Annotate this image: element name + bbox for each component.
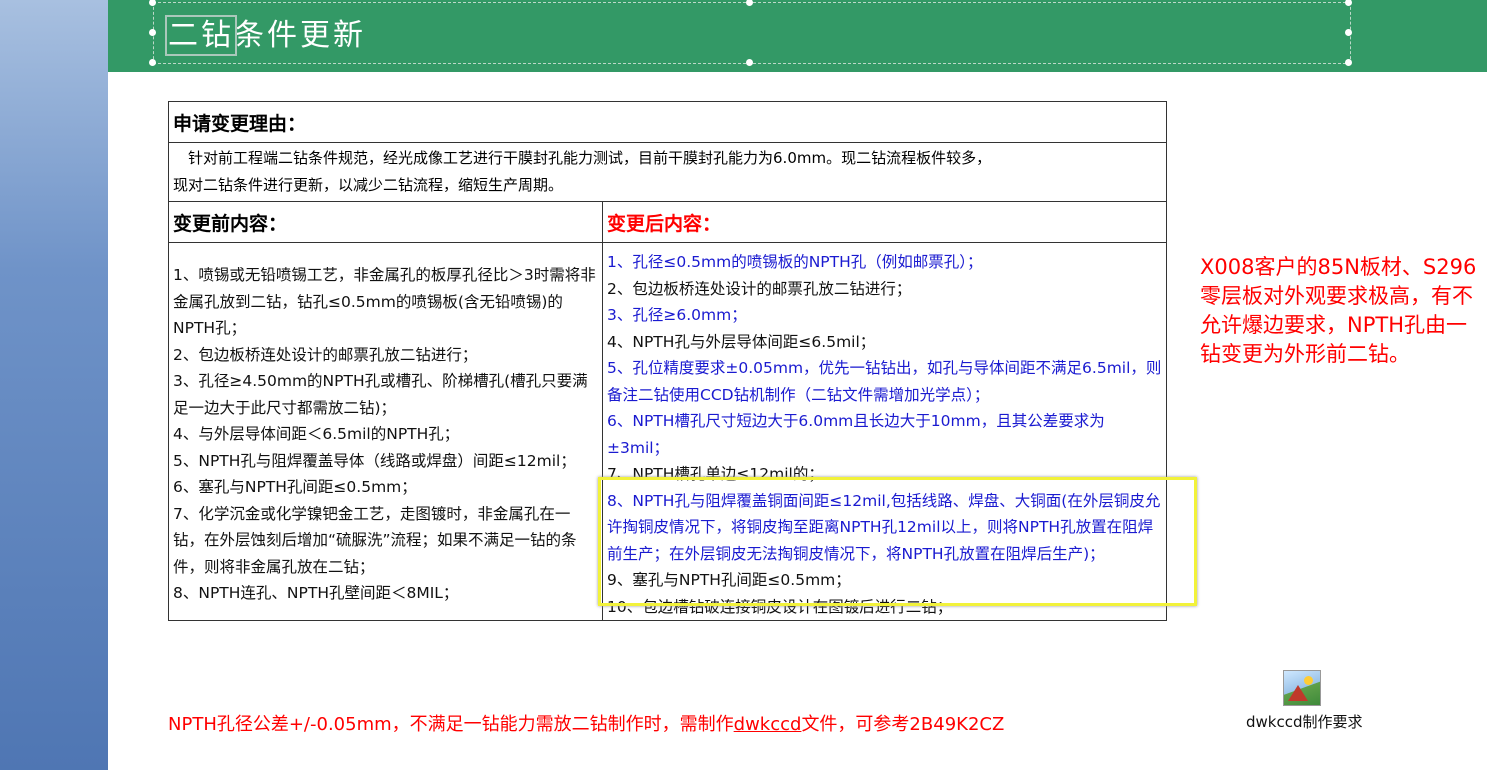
before-item: 1、喷锡或无铅喷锡工艺，非金属孔的板厚孔径比＞3时需将非金属孔放到二钻，钻孔≤0…	[173, 266, 596, 337]
dwkccd-link[interactable]: dwkccd	[734, 714, 802, 735]
before-item: 5、NPTH孔与阻焊覆盖导体（线路或焊盘）间距≤12mil；	[173, 451, 576, 470]
resize-handle[interactable]	[1345, 29, 1352, 36]
before-item: 8、NPTH连孔、NPTH孔壁间距＜8MIL；	[173, 584, 459, 602]
before-content-cell: 1、喷锡或无铅喷锡工艺，非金属孔的板厚孔径比＞3时需将非金属孔放到二钻，钻孔≤0…	[168, 242, 603, 621]
slide-side-strip	[0, 0, 108, 770]
reason-header: 申请变更理由：	[168, 101, 1167, 143]
after-header: 变更后内容：	[602, 201, 1167, 243]
bottom-note: NPTH孔径公差+/-0.05mm，不满足一钻能力需放二钻制作时，需制作dwkc…	[168, 710, 1004, 736]
before-item: 7、化学沉金或化学镍钯金工艺，走图镀时，非金属孔在一钻，在外层蚀刻后增加“硫脲洗…	[173, 504, 577, 576]
after-item: 1、孔径≤0.5mm的喷锡板的NPTH孔（例如邮票孔）；	[607, 253, 983, 271]
after-item: 3、孔径≥6.0mm；	[607, 306, 747, 324]
reason-text-line-1: 针对前工程端二钻条件规范，经光成像工艺进行干膜封孔能力测试，目前干膜封孔能力为6…	[173, 149, 992, 167]
bottom-note-text-1: NPTH孔径公差+/-0.05mm，不满足一钻能力需放二钻制作时，需制作	[168, 714, 734, 735]
slide-title[interactable]: 二钻条件更新	[165, 10, 366, 56]
reason-cell: 针对前工程端二钻条件规范，经光成像工艺进行干膜封孔能力测试，目前干膜封孔能力为6…	[168, 142, 1167, 202]
before-header: 变更前内容：	[168, 201, 603, 243]
after-item: 2、包边板桥连处设计的邮票孔放二钻进行；	[607, 279, 912, 298]
before-item: 6、塞孔与NPTH孔间距≤0.5mm；	[173, 478, 417, 496]
after-item: 5、孔位精度要求±0.05mm，优先一钻钻出，如孔与导体间距不满足6.5mil，…	[607, 359, 1162, 404]
sun-icon	[1304, 676, 1313, 685]
before-item: 3、孔径≥4.50mm的NPTH孔或槽孔、阶梯槽孔(槽孔只要满足一边大于此尺寸都…	[173, 372, 588, 417]
resize-handle[interactable]	[149, 59, 156, 66]
image-file-icon[interactable]	[1283, 670, 1321, 706]
title-selected-text[interactable]: 二钻	[165, 15, 237, 56]
resize-handle[interactable]	[746, 59, 753, 66]
resize-handle[interactable]	[1345, 59, 1352, 66]
before-item: 2、包边板桥连处设计的邮票孔放二钻进行；	[173, 345, 478, 364]
side-note: X008客户的85N板材、S296零层板对外观要求极高，有不允许爆边要求，NPT…	[1200, 255, 1477, 366]
highlight-box	[598, 477, 1197, 606]
reason-text-line-2: 现对二钻条件进行更新，以减少二钻流程，缩短生产周期。	[173, 176, 564, 194]
mountain-icon	[1288, 685, 1308, 701]
resize-handle[interactable]	[149, 29, 156, 36]
bottom-note-text-2: 文件，可参考2B49K2CZ	[801, 714, 1005, 735]
before-item: 4、与外层导体间距＜6.5mil的NPTH孔；	[173, 425, 460, 443]
after-item: 4、NPTH孔与外层导体间距≤6.5mil；	[607, 332, 876, 351]
title-text: 条件更新	[234, 18, 366, 53]
after-item: 6、NPTH槽孔尺寸短边大于6.0mm且长边大于10mm，且其公差要求为±3mi…	[607, 412, 1105, 457]
attachment-label[interactable]: dwkccd制作要求	[1246, 711, 1363, 732]
